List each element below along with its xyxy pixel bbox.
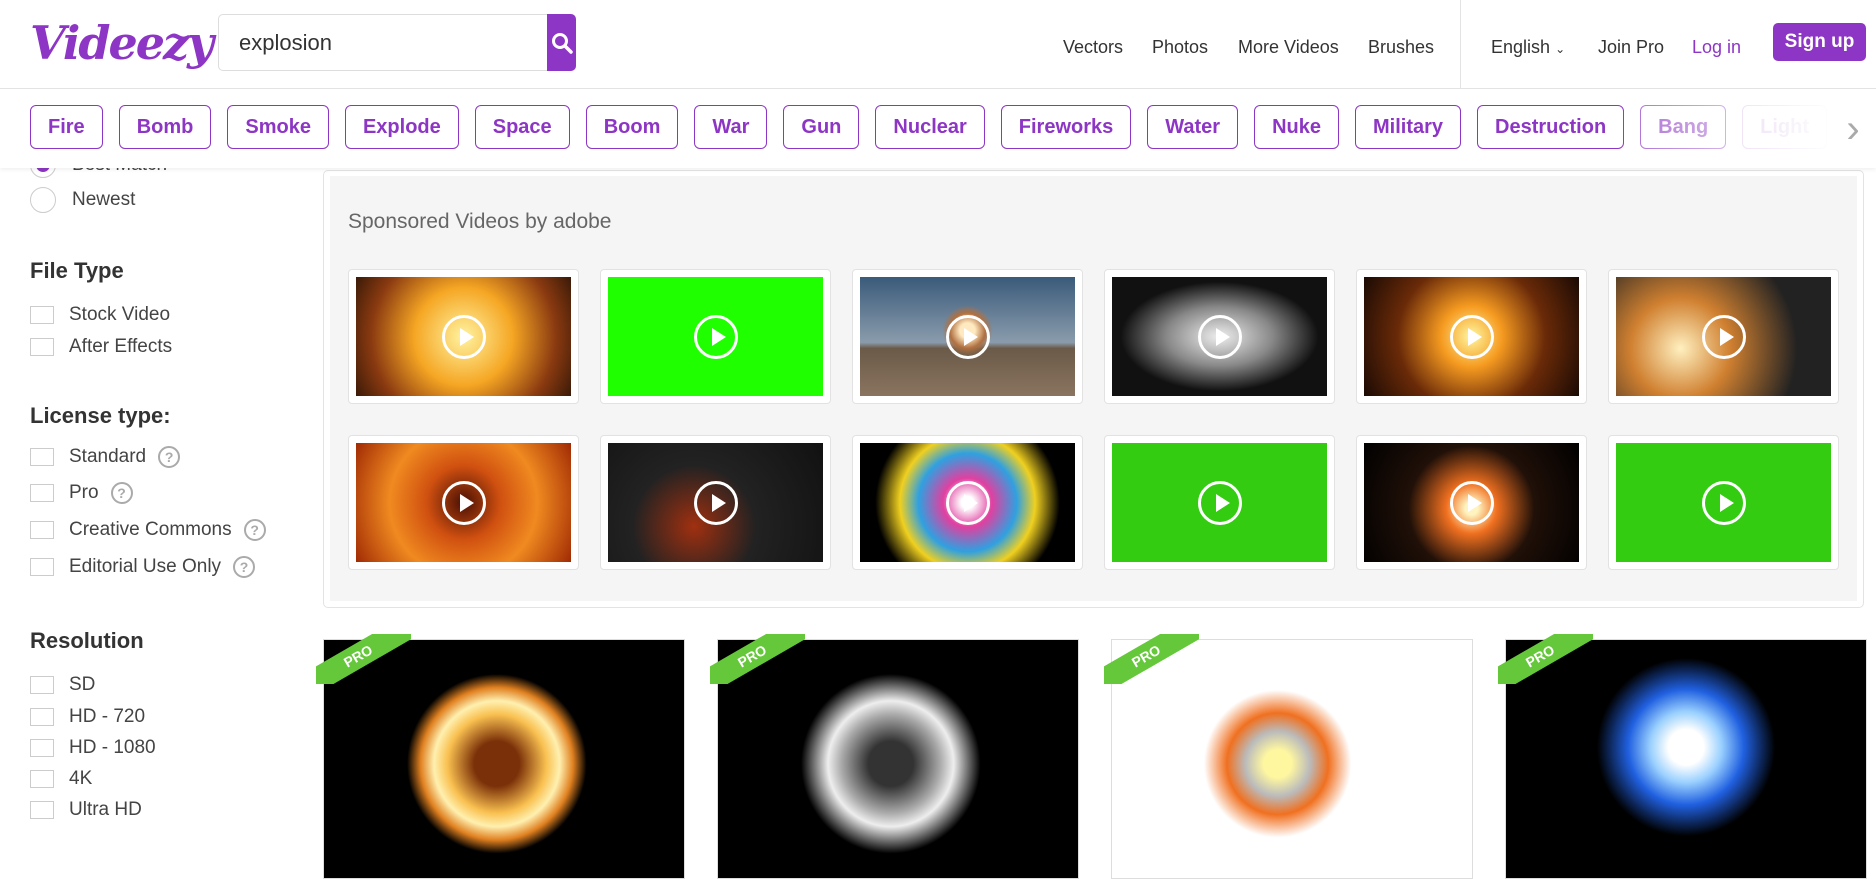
pro-badge: PRO bbox=[316, 634, 411, 684]
filter-sd[interactable]: SD bbox=[30, 674, 95, 696]
video-thumbnail-image bbox=[1112, 277, 1327, 396]
play-icon bbox=[1197, 314, 1242, 359]
video-result-card[interactable]: PRO bbox=[1104, 634, 1473, 879]
sponsored-video-thumbnail[interactable] bbox=[1104, 435, 1335, 570]
video-thumbnail-image bbox=[1112, 443, 1327, 562]
video-thumbnail-image bbox=[1364, 443, 1579, 562]
pro-badge: PRO bbox=[1104, 634, 1199, 684]
nav-more-videos[interactable]: More Videos bbox=[1238, 37, 1339, 58]
chevron-right-icon[interactable]: › bbox=[1838, 107, 1868, 151]
sponsored-video-thumbnail[interactable] bbox=[1608, 435, 1839, 570]
tag-nuke[interactable]: Nuke bbox=[1254, 105, 1339, 149]
tag-nuclear[interactable]: Nuclear bbox=[875, 105, 985, 149]
fade-overlay bbox=[1616, 89, 1876, 168]
search-button[interactable] bbox=[547, 14, 576, 71]
nav-photos[interactable]: Photos bbox=[1152, 37, 1208, 58]
tag-military[interactable]: Military bbox=[1355, 105, 1462, 149]
video-thumbnail-image bbox=[608, 277, 823, 396]
tag-war[interactable]: War bbox=[694, 105, 768, 149]
sort-newest[interactable]: Newest bbox=[30, 187, 135, 213]
filter-stock-video[interactable]: Stock Video bbox=[30, 304, 170, 326]
tag-destruction[interactable]: Destruction bbox=[1477, 105, 1625, 149]
nav-brushes[interactable]: Brushes bbox=[1368, 37, 1434, 58]
video-thumbnail-image bbox=[1616, 277, 1831, 396]
help-icon[interactable]: ? bbox=[158, 446, 181, 468]
video-thumbnail-image bbox=[1364, 277, 1579, 396]
radio-unchecked bbox=[30, 187, 56, 213]
license-type-heading: License type: bbox=[30, 403, 171, 428]
sponsored-video-thumbnail[interactable] bbox=[852, 269, 1083, 404]
sponsored-video-thumbnail[interactable] bbox=[1356, 435, 1587, 570]
sponsored-title: Sponsored Videos by adobe bbox=[348, 210, 612, 233]
help-icon[interactable]: ? bbox=[243, 519, 266, 541]
video-thumbnail-image bbox=[860, 443, 1075, 562]
help-icon[interactable]: ? bbox=[233, 556, 256, 578]
filter-standard[interactable]: Standard? bbox=[30, 446, 181, 468]
related-tags-bar: Fire Bomb Smoke Explode Space Boom War Gun Nucle… bbox=[0, 89, 1876, 168]
tag-water[interactable]: Water bbox=[1147, 105, 1239, 149]
resolution-heading: Resolution bbox=[30, 628, 144, 653]
join-pro-link[interactable]: Join Pro bbox=[1598, 37, 1664, 58]
tag-explode[interactable]: Explode bbox=[344, 105, 459, 149]
sponsored-video-thumbnail[interactable] bbox=[852, 435, 1083, 570]
play-icon bbox=[441, 314, 486, 359]
divider bbox=[1460, 0, 1461, 89]
language-label: English bbox=[1491, 37, 1551, 57]
pro-badge: PRO bbox=[710, 634, 805, 684]
sponsored-video-thumbnail[interactable] bbox=[348, 435, 579, 570]
video-thumbnail-image bbox=[1616, 443, 1831, 562]
language-select[interactable]: English ⌄ bbox=[1491, 37, 1565, 58]
play-icon bbox=[441, 480, 486, 525]
header: Videezy Vectors Photos More Videos Brush… bbox=[0, 0, 1876, 89]
play-icon bbox=[945, 480, 990, 525]
video-thumbnail-image bbox=[356, 277, 571, 396]
search-input[interactable] bbox=[218, 14, 547, 71]
tag-space[interactable]: Space bbox=[474, 105, 570, 149]
video-result-card[interactable]: PRO bbox=[316, 634, 685, 879]
sponsored-video-thumbnail[interactable] bbox=[1104, 269, 1335, 404]
tag-gun[interactable]: Gun bbox=[783, 105, 860, 149]
sponsored-video-thumbnail[interactable] bbox=[1356, 269, 1587, 404]
pro-badge: PRO bbox=[1498, 634, 1593, 684]
play-icon bbox=[693, 314, 738, 359]
filter-4k[interactable]: 4K bbox=[30, 768, 92, 790]
sponsored-video-thumbnail[interactable] bbox=[600, 269, 831, 404]
filter-creative-commons[interactable]: Creative Commons? bbox=[30, 519, 266, 541]
tag-bomb[interactable]: Bomb bbox=[118, 105, 212, 149]
filter-ultra-hd[interactable]: Ultra HD bbox=[30, 799, 142, 821]
play-icon bbox=[1197, 480, 1242, 525]
help-icon[interactable]: ? bbox=[110, 482, 133, 504]
videezy-logo[interactable]: Videezy bbox=[30, 16, 214, 70]
play-icon bbox=[945, 314, 990, 359]
search-bar bbox=[218, 14, 576, 71]
sponsored-video-thumbnail[interactable] bbox=[348, 269, 579, 404]
play-icon bbox=[1701, 314, 1746, 359]
tag-fire[interactable]: Fire bbox=[30, 105, 103, 149]
login-link[interactable]: Log in bbox=[1692, 37, 1741, 58]
play-icon bbox=[693, 480, 738, 525]
filter-after-effects[interactable]: After Effects bbox=[30, 336, 172, 358]
tag-boom[interactable]: Boom bbox=[585, 105, 679, 149]
filter-editorial[interactable]: Editorial Use Only? bbox=[30, 556, 256, 578]
filter-pro[interactable]: Pro? bbox=[30, 482, 133, 504]
sponsored-video-thumbnail[interactable] bbox=[1608, 269, 1839, 404]
video-result-card[interactable]: PRO bbox=[710, 634, 1079, 879]
video-thumbnail-image bbox=[860, 277, 1075, 396]
video-thumbnail-image bbox=[608, 443, 823, 562]
video-result-card[interactable]: PRO bbox=[1498, 634, 1867, 879]
play-icon bbox=[1449, 314, 1494, 359]
signup-button[interactable]: Sign up bbox=[1773, 23, 1866, 61]
filter-hd-1080[interactable]: HD - 1080 bbox=[30, 737, 156, 759]
chevron-down-icon: ⌄ bbox=[1555, 42, 1566, 56]
nav-vectors[interactable]: Vectors bbox=[1063, 37, 1123, 58]
play-icon bbox=[1701, 480, 1746, 525]
play-icon bbox=[1449, 480, 1494, 525]
file-type-heading: File Type bbox=[30, 258, 124, 283]
tag-fireworks[interactable]: Fireworks bbox=[1000, 105, 1132, 149]
filter-hd-720[interactable]: HD - 720 bbox=[30, 706, 145, 728]
tag-smoke[interactable]: Smoke bbox=[227, 105, 329, 149]
search-icon bbox=[551, 32, 573, 54]
sponsored-video-thumbnail[interactable] bbox=[600, 435, 831, 570]
video-thumbnail-image bbox=[356, 443, 571, 562]
